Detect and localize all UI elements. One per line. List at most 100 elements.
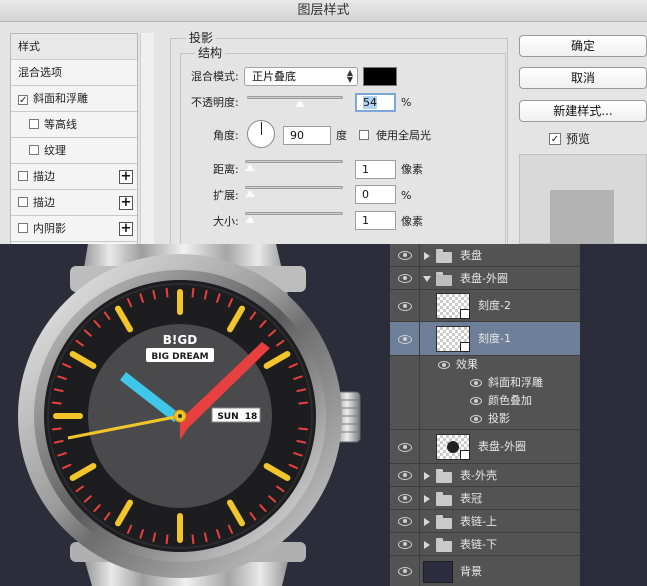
style-list-scrollbar[interactable] [140,33,154,244]
style-item-label: 斜面和浮雕 [33,92,88,105]
layer-background[interactable]: 背景 [390,556,580,586]
layer-dial-outer-ring[interactable]: 表盘-外圈 [390,430,580,464]
dialog-title: 图层样式 [0,0,647,22]
eye-icon[interactable] [398,540,412,549]
watch-svg: B!GD BIG DREAM SUN 18 [0,244,390,586]
opacity-slider[interactable] [247,96,343,107]
layer-effects[interactable]: 效果 [390,356,580,374]
row-separator [419,392,420,410]
eye-icon[interactable] [398,443,412,452]
style-item-blending-options[interactable]: 混合选项 [11,60,137,86]
opacity-unit: % [401,96,412,109]
layer-group-strap-top[interactable]: 表链-上 [390,510,580,533]
row-separator [419,374,420,392]
layer-name: 表冠 [460,492,482,505]
layer-scale-2[interactable]: 刻度-2 [390,290,580,322]
layer-group-crown[interactable]: 表冠 [390,487,580,510]
row-separator [419,487,420,509]
minute-tick [191,534,195,545]
layer-thumbnail [436,293,470,319]
add-inner-shadow-button[interactable]: + [119,222,133,236]
opacity-slider-knob[interactable] [294,99,306,107]
shadow-color-swatch[interactable] [363,67,397,86]
size-slider[interactable] [244,212,343,223]
expand-arrow-icon[interactable] [424,252,430,260]
spread-slider[interactable] [244,186,343,197]
size-slider-knob[interactable] [244,215,256,223]
eye-icon[interactable] [398,302,412,311]
eye-icon[interactable] [398,471,412,480]
style-item-stroke[interactable]: 描边 + [11,164,137,190]
layer-group-dial[interactable]: 表盘 [390,244,580,267]
inner-shadow-checkbox[interactable] [18,223,28,233]
layer-group-case[interactable]: 表-外壳 [390,464,580,487]
global-light-checkbox[interactable] [359,130,369,140]
texture-checkbox[interactable] [29,145,39,155]
row-separator [419,410,420,429]
effect-drop-shadow[interactable]: 投影 [390,410,580,430]
style-item-inner-shadow[interactable]: 内阴影 + [11,216,137,242]
effects-eye-icon[interactable] [438,361,450,369]
size-unit: 像素 [401,215,423,228]
effect-name: 颜色叠加 [488,394,532,407]
date-number: 18 [245,412,258,422]
distance-slider[interactable] [244,160,343,171]
layer-name: 表链-上 [460,515,497,528]
stroke-2-checkbox[interactable] [18,197,28,207]
watch-artwork: B!GD BIG DREAM SUN 18 [0,244,390,586]
expand-arrow-icon[interactable] [424,472,430,480]
contour-checkbox[interactable] [29,119,39,129]
open-folder-icon [436,272,452,286]
add-stroke-button[interactable]: + [119,170,133,184]
eye-icon[interactable] [398,517,412,526]
layer-scale-1[interactable]: 刻度-1 [390,322,580,356]
eye-icon[interactable] [398,567,412,576]
expand-arrow-icon[interactable] [424,495,430,503]
add-stroke-2-button[interactable]: + [119,196,133,210]
select-arrows-icon: ▲ ▼ [346,68,353,84]
brand-logo: B!GD [163,333,197,347]
blend-mode-select[interactable]: 正片叠底 ▲ ▼ [244,67,358,86]
layer-name: 刻度-2 [478,299,511,312]
layer-group-dial-outer[interactable]: 表盘-外圈 [390,267,580,290]
effect-color-overlay[interactable]: 颜色叠加 [390,392,580,410]
new-style-button[interactable]: 新建样式... [519,100,647,122]
style-item-bevel-emboss[interactable]: ✓ 斜面和浮雕 [11,86,137,112]
style-item-contour[interactable]: 等高线 [11,112,137,138]
style-item-texture[interactable]: 纹理 [11,138,137,164]
drop-shadow-title: 投影 [186,32,217,45]
bevel-emboss-checkbox[interactable]: ✓ [18,95,28,106]
style-item-stroke-2[interactable]: 描边 + [11,190,137,216]
angle-dial[interactable] [247,120,275,148]
eye-icon[interactable] [398,335,412,344]
layer-group-strap-bottom[interactable]: 表链-下 [390,533,580,556]
size-input[interactable]: 1 [355,211,396,230]
smart-object-badge-icon [460,342,470,352]
cancel-button[interactable]: 取消 [519,67,647,89]
blend-mode-label: 混合模式: [191,70,239,83]
ok-button[interactable]: 确定 [519,35,647,57]
effect-eye-icon[interactable] [470,379,482,387]
opacity-input[interactable]: 54 [355,93,396,112]
preview-checkbox[interactable]: ✓ [549,133,561,145]
layer-name: 表链-下 [460,538,497,551]
eye-icon[interactable] [398,251,412,260]
effect-eye-icon[interactable] [470,397,482,405]
effect-bevel-emboss[interactable]: 斜面和浮雕 [390,374,580,392]
style-item-label: 混合选项 [18,66,62,79]
distance-slider-knob[interactable] [244,163,256,171]
stroke-checkbox[interactable] [18,171,28,181]
expand-arrow-icon[interactable] [424,518,430,526]
angle-input[interactable]: 90 [283,126,331,145]
distance-input[interactable]: 1 [355,160,396,179]
eye-icon[interactable] [398,274,412,283]
row-separator [419,267,420,289]
collapse-arrow-icon[interactable] [423,276,431,282]
style-item-label: 纹理 [44,144,66,157]
spread-input[interactable]: 0 [355,185,396,204]
expand-arrow-icon[interactable] [424,541,430,549]
style-item-styles[interactable]: 样式 [11,34,137,60]
effect-eye-icon[interactable] [470,415,482,423]
eye-icon[interactable] [398,494,412,503]
spread-slider-knob[interactable] [244,189,256,197]
